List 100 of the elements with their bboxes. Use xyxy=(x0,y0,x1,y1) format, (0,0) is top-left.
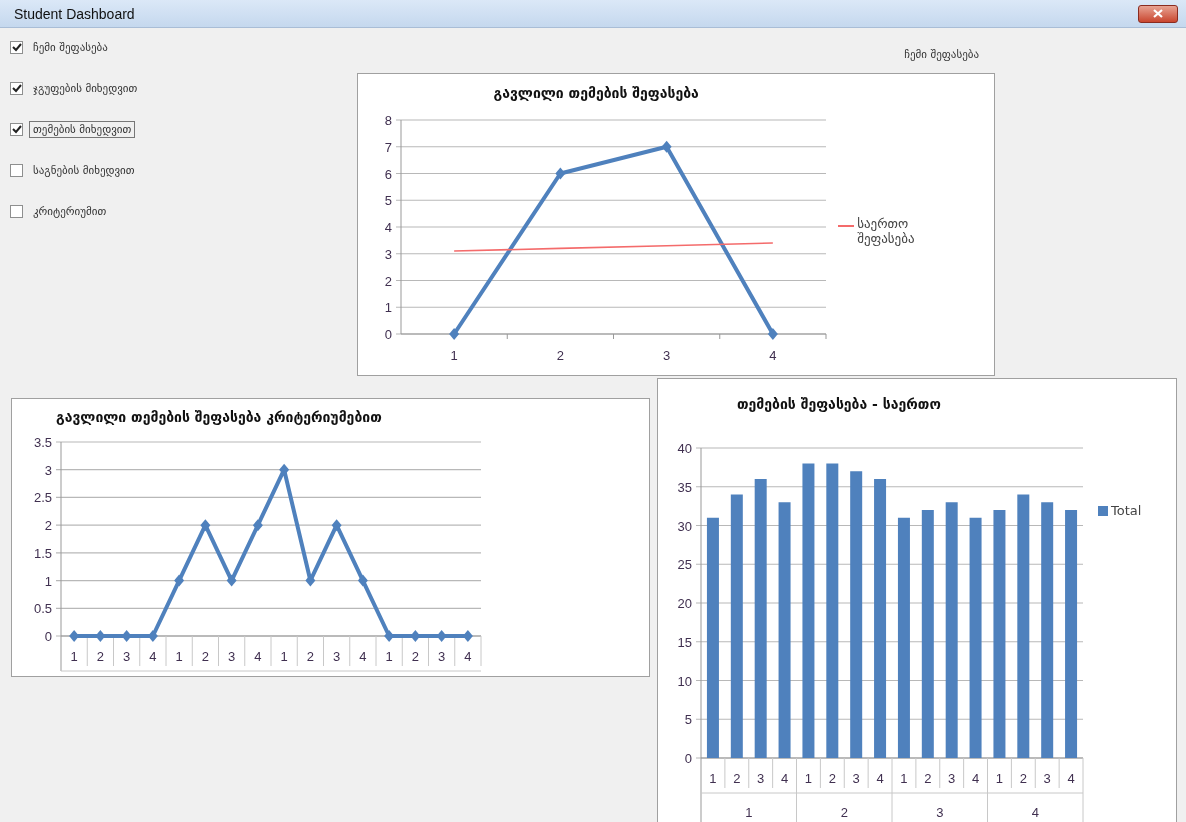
legend-swatch xyxy=(1098,506,1108,516)
axis-label: 2 xyxy=(733,771,741,786)
data-point xyxy=(200,519,211,532)
data-point xyxy=(252,519,263,532)
axis-label: 25 xyxy=(677,557,692,573)
axis-label: 0 xyxy=(44,629,52,644)
axis-label: 2 xyxy=(96,649,104,664)
axis-label: 1 xyxy=(384,300,392,316)
axis-label: 7 xyxy=(384,139,392,155)
data-point xyxy=(279,463,290,476)
legend-label: საერთო შეფასება xyxy=(857,216,916,246)
data-point xyxy=(410,630,421,642)
window-title: Student Dashboard xyxy=(14,5,135,22)
data-point xyxy=(555,167,566,180)
chart-title: თემების შეფასება - საერთო xyxy=(737,396,941,412)
data-point xyxy=(436,630,447,642)
checkbox[interactable] xyxy=(10,41,23,54)
axis-label: 4 xyxy=(971,771,980,786)
axis-label: 3 xyxy=(384,246,392,262)
axis-label: 3 xyxy=(228,649,236,664)
legend-label: Total xyxy=(1111,503,1142,518)
axis-label: 3 xyxy=(948,771,956,786)
data-point xyxy=(69,630,80,642)
axis-label: 20 xyxy=(677,596,692,611)
data-point xyxy=(147,630,158,642)
data-point xyxy=(767,328,778,340)
axis-label: 1 xyxy=(900,771,908,786)
axis-label: 1 xyxy=(709,771,717,786)
axis-label: 4 xyxy=(876,771,884,786)
chart-title: გავლილი თემების შეფასება xyxy=(493,85,699,101)
axis-label: 1 xyxy=(995,771,1004,786)
axis-label: 3 xyxy=(757,771,765,786)
axis-label: 4 xyxy=(384,220,392,235)
axis-label: 1 xyxy=(804,771,813,786)
close-icon xyxy=(1153,9,1163,18)
data-point xyxy=(174,574,185,587)
data-point xyxy=(95,630,106,642)
axis-label: 2.5 xyxy=(33,490,52,506)
axis-label: 2 xyxy=(556,348,564,363)
axis-label: 4 xyxy=(359,649,367,664)
checkbox[interactable] xyxy=(10,205,23,218)
axis-label: 2 xyxy=(44,518,52,534)
data-point xyxy=(384,630,395,642)
axis-label: 4 xyxy=(780,771,789,786)
data-point xyxy=(121,630,132,642)
checkbox-label[interactable]: თემების მიხედვით xyxy=(29,121,136,138)
data-point xyxy=(661,140,672,153)
axis-label: 2 xyxy=(924,771,932,786)
checkbox[interactable] xyxy=(10,123,23,136)
axis-label: 2 xyxy=(384,273,392,289)
data-point xyxy=(357,574,368,587)
axis-label: 4 xyxy=(149,649,157,664)
axis-label: 35 xyxy=(677,479,692,495)
axis-label: 40 xyxy=(677,441,692,456)
axis-label: 4 xyxy=(1031,805,1039,820)
data-point xyxy=(305,574,316,587)
axis-label: 3 xyxy=(1043,771,1051,786)
axis-label: 2 xyxy=(306,649,314,664)
axis-label: 0 xyxy=(384,327,392,342)
axis-label: 5 xyxy=(684,712,692,728)
axis-label: 3 xyxy=(438,649,446,664)
axis-label: 4 xyxy=(254,649,262,664)
axis-label: 30 xyxy=(677,518,692,534)
data-point xyxy=(449,328,460,340)
data-point xyxy=(226,574,237,587)
axis-label: 1 xyxy=(280,649,288,664)
checkbox-label[interactable]: კრიტერიუმით xyxy=(29,203,111,220)
axis-label: 0 xyxy=(684,751,692,766)
view-label: ჩემი შეფასება xyxy=(904,47,980,63)
axis-label: 4 xyxy=(464,649,472,664)
axis-label: 6 xyxy=(384,166,392,182)
axis-label: 2 xyxy=(840,805,848,820)
axis-label: 3 xyxy=(123,649,131,664)
axis-label: 2 xyxy=(828,771,836,786)
axis-label: 3 xyxy=(44,462,52,478)
axis-label: 10 xyxy=(677,673,692,689)
axis-label: 4 xyxy=(1067,771,1075,786)
checkbox[interactable] xyxy=(10,82,23,95)
chart-title: გავლილი თემების შეფასება კრიტერიუმებით xyxy=(56,408,382,425)
axis-label: 3 xyxy=(936,805,944,820)
axis-label: 1 xyxy=(175,649,183,664)
axis-label: 1 xyxy=(385,649,393,664)
axis-label: 3.5 xyxy=(33,435,52,450)
axis-label: 1 xyxy=(44,573,52,589)
axis-label: 3 xyxy=(852,771,860,786)
axis-label: 8 xyxy=(384,113,392,128)
close-button[interactable] xyxy=(1138,4,1178,23)
checkbox-label[interactable]: ჯგუფების მიხედვით xyxy=(29,80,142,97)
legend-swatch xyxy=(838,225,855,228)
data-point xyxy=(331,519,342,532)
checkbox-label[interactable]: ჩემი შეფასება xyxy=(29,39,112,56)
axis-label: 2 xyxy=(411,649,419,664)
axis-label: 2 xyxy=(201,649,209,664)
axis-label: 1 xyxy=(70,649,78,664)
axis-label: 1 xyxy=(745,805,753,820)
axis-label: 15 xyxy=(677,634,692,650)
checkbox[interactable] xyxy=(10,164,23,177)
axis-label: 3 xyxy=(663,348,671,363)
checkbox-label[interactable]: საგნების მიხედვით xyxy=(29,162,139,179)
axis-label: 3 xyxy=(333,649,341,664)
